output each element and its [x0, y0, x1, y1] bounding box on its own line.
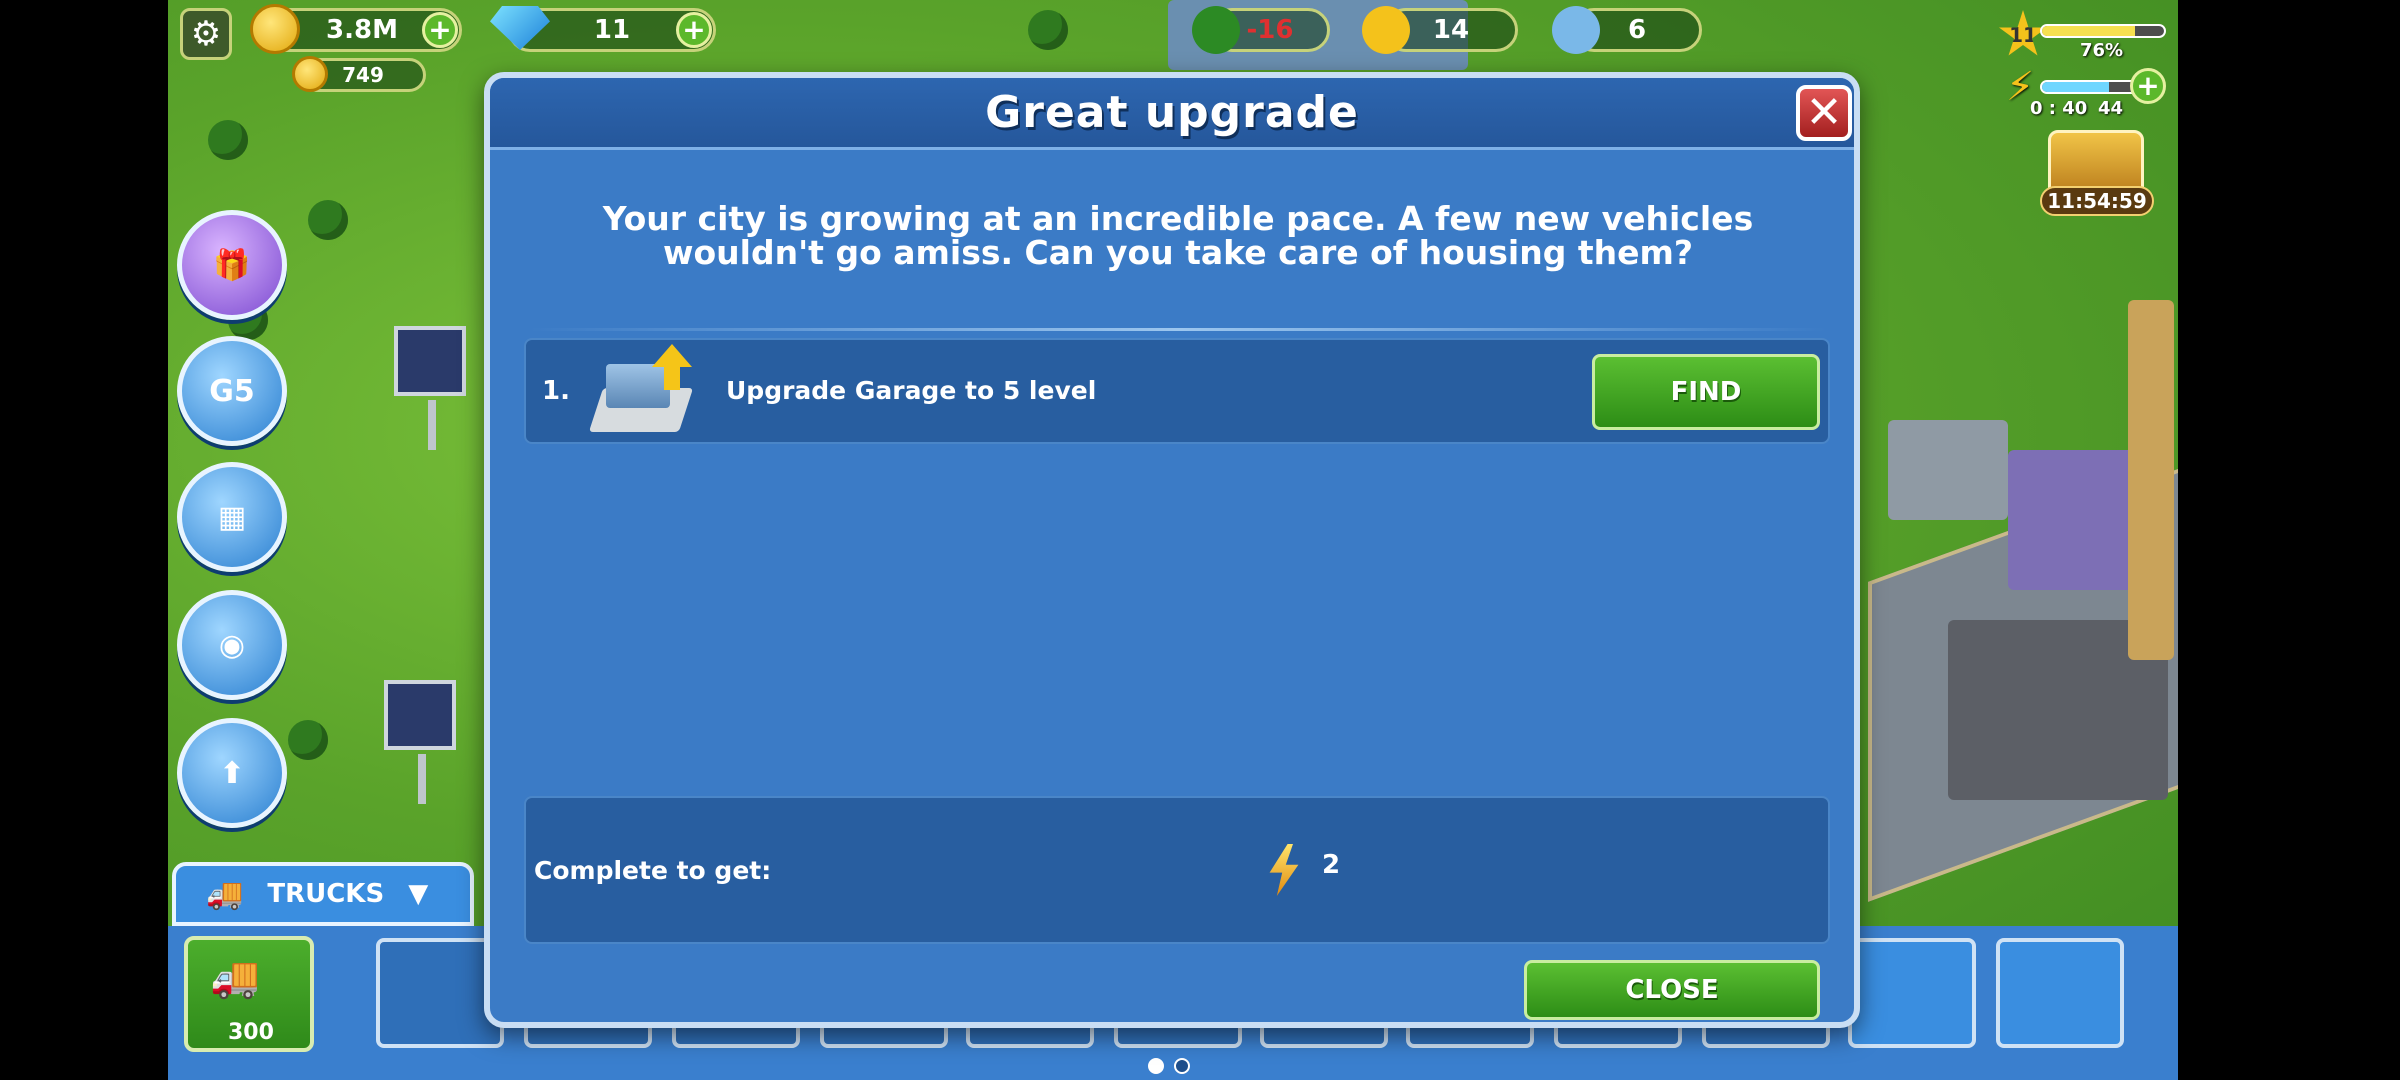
reward-value: 2 — [1322, 850, 1341, 880]
add-gems-button[interactable]: + — [676, 12, 712, 48]
building-shop-button[interactable]: ▦ — [177, 462, 287, 572]
coins-value: 3.8M — [326, 15, 398, 45]
lightning-icon — [1269, 844, 1299, 896]
chest-timer: 11:54:59 — [2040, 186, 2154, 216]
reward-box: Complete to get: 2 — [524, 796, 1830, 944]
dialog-description: Your city is growing at an incredible pa… — [602, 199, 1754, 272]
tree — [288, 720, 328, 760]
energy-progress-bar — [2040, 80, 2140, 94]
energy-timer: 0 : 40 — [2030, 98, 2088, 119]
quest-dialog: Great upgrade ✕ Your city is growing at … — [484, 72, 1860, 1028]
trucks-dropdown[interactable]: 🚚 TRUCKS ▼ — [172, 862, 474, 926]
trucks-tab-label: TRUCKS — [267, 879, 385, 909]
buy-truck-price: 300 — [228, 1020, 274, 1045]
page-dot[interactable] — [1174, 1058, 1190, 1074]
letterbox-right — [2178, 0, 2400, 1080]
offer-icon: ◉ — [218, 627, 246, 663]
close-button[interactable]: CLOSE — [1524, 960, 1820, 1020]
smiley-icon — [1362, 6, 1410, 54]
vehicle-slot[interactable] — [1996, 938, 2124, 1048]
truck-icon: 🚚 — [206, 876, 244, 912]
task-row: 1. Upgrade Garage to 5 level FIND — [524, 338, 1830, 444]
xp-progress-bar — [2040, 24, 2166, 38]
vehicle-slot[interactable] — [1848, 938, 1976, 1048]
population-icon — [1552, 6, 1600, 54]
upgrade-arrow-icon: ⬆ — [219, 755, 245, 791]
g5-games-button[interactable]: G5 — [177, 336, 287, 446]
tree — [308, 200, 348, 240]
xp-progress-fill — [2042, 26, 2135, 36]
building — [1888, 420, 2008, 520]
divider — [530, 328, 1826, 331]
upgrade-quest-button[interactable]: ⬆ — [177, 718, 287, 828]
voucher-icon — [292, 56, 328, 92]
letterbox-left — [0, 0, 168, 1080]
g5-logo-icon: G5 — [209, 373, 255, 409]
tree — [1028, 10, 1068, 50]
vouchers-value: 749 — [342, 63, 384, 87]
gift-box-button[interactable]: 🎁 — [177, 210, 287, 320]
energy-progress-fill — [2042, 82, 2110, 92]
population-value: 6 — [1627, 15, 1647, 45]
billboard — [384, 680, 456, 804]
settings-gear-icon[interactable]: ⚙ — [180, 8, 232, 60]
coin-icon — [250, 4, 300, 54]
gems-value: 11 — [593, 15, 631, 45]
find-button-label: FIND — [1670, 377, 1742, 407]
close-icon[interactable]: ✕ — [1796, 85, 1852, 141]
buy-truck-button[interactable]: 🚚 300 — [184, 936, 314, 1052]
dialog-header: Great upgrade — [490, 78, 1854, 150]
chevron-down-icon: ▼ — [408, 879, 429, 909]
add-energy-button[interactable]: + — [2130, 68, 2166, 104]
close-button-label: CLOSE — [1625, 975, 1719, 1005]
task-text: Upgrade Garage to 5 level — [726, 376, 1097, 405]
billboard — [394, 326, 466, 450]
energy-count: 44 — [2098, 98, 2124, 119]
task-number: 1. — [542, 376, 570, 406]
find-button[interactable]: FIND — [1592, 354, 1820, 430]
page-dot-active[interactable] — [1148, 1058, 1164, 1074]
tree — [208, 120, 248, 160]
clock-tower — [2128, 300, 2174, 660]
xp-percent: 76% — [2080, 40, 2124, 61]
happiness-value: 14 — [1432, 15, 1470, 45]
truck-plus-icon: 🚚 — [210, 955, 260, 1001]
gift-icon: 🎁 — [213, 247, 251, 283]
reward-label: Complete to get: — [534, 856, 772, 885]
garage-upgrade-icon — [586, 344, 696, 440]
add-coins-button[interactable]: + — [422, 12, 458, 48]
page-indicator — [1148, 1058, 1190, 1074]
ecology-value: -16 — [1246, 15, 1294, 45]
tree-ecology-icon — [1192, 6, 1240, 54]
chest-timer-value: 11:54:59 — [2047, 189, 2147, 213]
dialog-title: Great upgrade — [985, 87, 1359, 138]
sale-offer-button[interactable]: ◉ — [177, 590, 287, 700]
building-icon: ▦ — [217, 499, 247, 535]
